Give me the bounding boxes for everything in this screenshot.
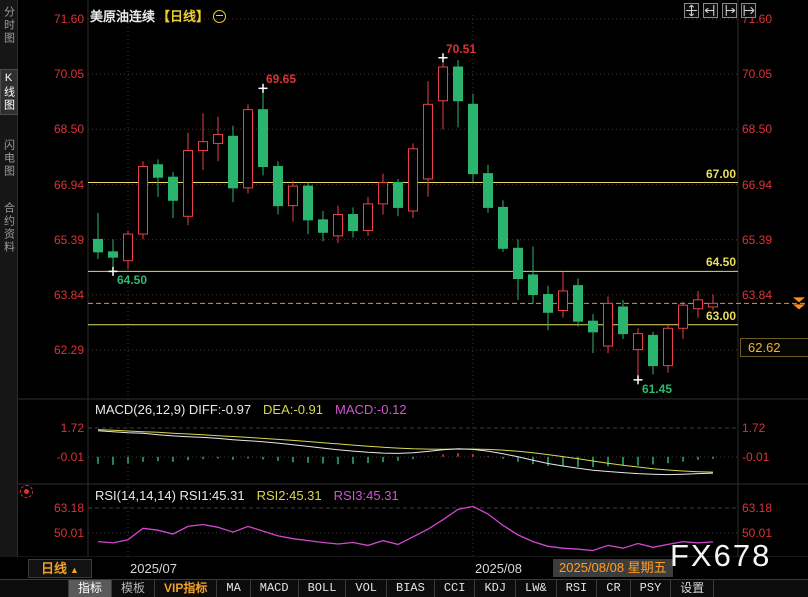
macd-tick-label: -0.01	[38, 450, 84, 464]
sidebar-item-闪电图[interactable]: 闪电图	[1, 139, 17, 178]
selected-date-label: 2025/08/08 星期五	[553, 559, 673, 577]
toolbar-item-RSI[interactable]: RSI	[557, 580, 598, 597]
toolbar-item-CR[interactable]: CR	[597, 580, 630, 597]
toolbar-item-VIP指标[interactable]: VIP指标	[155, 580, 217, 597]
hline-price-label: 63.00	[636, 309, 736, 323]
price-tick-label: 68.50	[742, 122, 772, 136]
left-sidebar: 分时图 K线图闪电图合约资料	[0, 0, 18, 557]
price-tick-label: 65.39	[38, 233, 84, 247]
axis-shift-right-icon[interactable]	[722, 3, 737, 18]
price-annotation: 61.45	[642, 382, 672, 396]
toolbar-item-VOL[interactable]: VOL	[346, 580, 387, 597]
period-selector-label: 日线	[41, 561, 67, 576]
price-annotation: 69.65	[266, 72, 296, 86]
x-tick-month: 2025/07	[130, 561, 177, 576]
rsi3-value: RSI3:45.31	[334, 488, 399, 503]
toolbar-item-模板[interactable]: 模板	[112, 580, 155, 597]
macd-tick-label: 1.72	[38, 421, 84, 435]
pan-right-icon[interactable]	[741, 3, 756, 18]
price-tick-label: 66.94	[38, 178, 84, 192]
bottom-toolbar: 指标模板VIP指标MAMACDBOLLVOLBIASCCIKDJLW&RSICR…	[0, 579, 808, 597]
macd-diff-value: MACD(26,12,9) DIFF:-0.97	[95, 402, 251, 417]
rsi-tick-label: 50.01	[38, 526, 84, 540]
chart-app: 分时图 K线图闪电图合约资料 美原油连续【日线】 71.60 70.05 68.50 6…	[0, 0, 808, 597]
toolbar-item-KDJ[interactable]: KDJ	[475, 580, 516, 597]
toolbar-item-BIAS[interactable]: BIAS	[387, 580, 435, 597]
macd-dea-value: DEA:-0.91	[263, 402, 323, 417]
toolbar-item-MA[interactable]: MA	[217, 580, 250, 597]
price-tick-label: 70.05	[742, 67, 772, 81]
toolbar-item-BOLL[interactable]: BOLL	[299, 580, 347, 597]
price-tick-label: 63.84	[38, 288, 84, 302]
price-annotation: 64.50	[117, 273, 147, 287]
toolbar-item-LW&[interactable]: LW&	[516, 580, 557, 597]
price-tick-label: 66.94	[742, 178, 772, 192]
toolbar-corner	[0, 580, 69, 597]
price-tick-label: 68.50	[38, 122, 84, 136]
price-tick-label: 62.29	[38, 343, 84, 357]
toolbar-item-指标[interactable]: 指标	[69, 580, 112, 597]
macd-tick-label: -0.01	[742, 450, 769, 464]
chart-title: 美原油连续【日线】	[90, 6, 226, 25]
chevron-up-icon: ▲	[70, 565, 79, 575]
toolbar-item-MACD[interactable]: MACD	[251, 580, 299, 597]
axis-shift-left-icon[interactable]	[703, 3, 718, 18]
price-tick-label: 70.05	[38, 67, 84, 81]
rsi1-value: RSI(14,14,14) RSI1:45.31	[95, 488, 245, 503]
price-annotation: 70.51	[446, 42, 476, 56]
macd-hist-value: MACD:-0.12	[335, 402, 407, 417]
period-label: 【日线】	[157, 9, 209, 24]
rsi-header: RSI(14,14,14) RSI1:45.31 RSI2:45.31 RSI3:4…	[95, 488, 399, 503]
sidebar-item-合约资料[interactable]: 合约资料	[1, 202, 17, 254]
toolbar-item-设置[interactable]: 设置	[671, 580, 714, 597]
sidebar-item-K线图[interactable]: K线图	[0, 69, 18, 115]
toolbar-item-CCI[interactable]: CCI	[435, 580, 476, 597]
hline-price-label: 67.00	[636, 167, 736, 181]
sidebar-item-分时图[interactable]: 分时图	[1, 6, 17, 45]
minus-circle-icon[interactable]	[213, 10, 226, 23]
symbol-name: 美原油连续	[90, 9, 155, 24]
macd-tick-label: 1.72	[742, 421, 765, 435]
rsi-tick-label: 63.18	[38, 501, 84, 515]
panel-settings-icon[interactable]	[20, 485, 33, 498]
crosshair-icon[interactable]	[684, 3, 699, 18]
price-tick-label: 63.84	[742, 288, 772, 302]
period-selector[interactable]: 日线▲	[28, 559, 92, 578]
toolbar-item-PSY[interactable]: PSY	[631, 580, 672, 597]
window-tool-icons	[684, 3, 756, 18]
price-tick-label: 71.60	[38, 12, 84, 26]
hline-price-label: 64.50	[636, 255, 736, 269]
current-price-box: 62.62	[740, 338, 808, 357]
candlestick-chart[interactable]	[0, 0, 808, 597]
price-tick-label: 65.39	[742, 233, 772, 247]
x-tick-month: 2025/08	[475, 561, 522, 576]
macd-header: MACD(26,12,9) DIFF:-0.97 DEA:-0.91 MACD:-0…	[95, 402, 407, 417]
fx678-watermark: FX678	[670, 538, 771, 574]
rsi2-value: RSI2:45.31	[257, 488, 322, 503]
rsi-tick-label: 63.18	[742, 501, 772, 515]
